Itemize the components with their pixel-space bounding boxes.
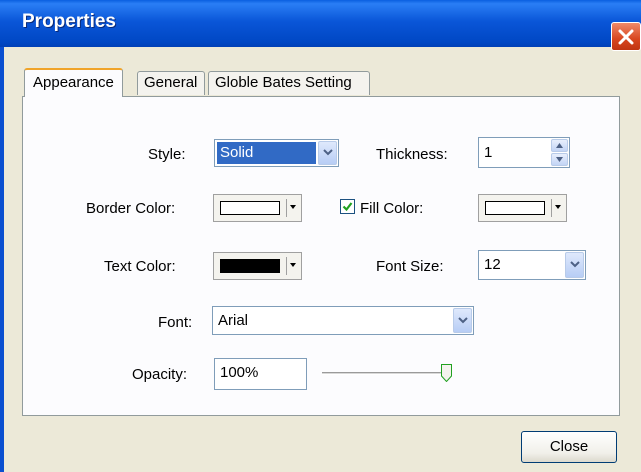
close-x-icon bbox=[618, 29, 634, 45]
thickness-decrement-button[interactable] bbox=[551, 153, 568, 166]
font-size-select[interactable]: 12 bbox=[478, 250, 586, 280]
chevron-down-icon bbox=[570, 261, 580, 268]
font-size-dropdown-button[interactable] bbox=[565, 252, 584, 278]
caret-down-icon bbox=[555, 205, 561, 209]
chevron-down-icon bbox=[323, 149, 333, 156]
opacity-input[interactable]: 100% bbox=[214, 358, 307, 390]
text-color-label: Text Color: bbox=[104, 258, 176, 275]
border-color-label: Border Color: bbox=[86, 200, 176, 217]
style-select[interactable]: Solid bbox=[214, 139, 339, 167]
tab-general[interactable]: General bbox=[137, 71, 205, 95]
font-dropdown-button[interactable] bbox=[453, 308, 472, 333]
style-selected-value: Solid bbox=[217, 142, 316, 164]
text-color-swatch bbox=[220, 259, 280, 273]
font-size-value: 12 bbox=[484, 256, 501, 273]
tab-general-label: General bbox=[144, 74, 198, 91]
opacity-label: Opacity: bbox=[132, 366, 188, 383]
thickness-value: 1 bbox=[484, 144, 493, 161]
thickness-spinner[interactable]: 1 bbox=[478, 137, 570, 168]
triangle-down-icon bbox=[556, 157, 563, 162]
checkmark-icon bbox=[342, 202, 353, 212]
window-close-button[interactable] bbox=[611, 22, 641, 51]
style-dropdown-button[interactable] bbox=[318, 141, 337, 165]
thickness-increment-button[interactable] bbox=[551, 139, 568, 152]
font-size-label: Font Size: bbox=[376, 258, 444, 275]
border-color-picker[interactable] bbox=[213, 194, 302, 222]
text-color-separator bbox=[286, 257, 287, 275]
close-button[interactable]: Close bbox=[521, 431, 617, 463]
tab-appearance[interactable]: Appearance bbox=[24, 68, 123, 97]
thickness-label: Thickness: bbox=[376, 146, 448, 163]
title-bar: Properties bbox=[0, 0, 641, 47]
tab-globle-bates-setting-label: Globle Bates Setting bbox=[215, 74, 352, 91]
border-color-swatch bbox=[220, 201, 280, 215]
font-label: Font: bbox=[158, 314, 193, 331]
chevron-down-icon bbox=[458, 316, 468, 323]
fill-color-separator bbox=[551, 199, 552, 217]
properties-dialog: Properties Appearance General Globle Bat… bbox=[0, 0, 641, 472]
tab-globle-bates-setting[interactable]: Globle Bates Setting bbox=[208, 71, 370, 95]
opacity-slider-track[interactable] bbox=[322, 372, 452, 375]
text-color-picker[interactable] bbox=[213, 252, 302, 280]
font-value: Arial bbox=[218, 312, 249, 329]
opacity-slider-thumb[interactable] bbox=[441, 364, 452, 382]
caret-down-icon bbox=[290, 263, 296, 267]
fill-color-picker[interactable] bbox=[478, 194, 567, 222]
triangle-up-icon bbox=[556, 143, 563, 148]
fill-color-checkbox[interactable] bbox=[340, 199, 355, 214]
border-color-separator bbox=[286, 199, 287, 217]
style-label: Style: bbox=[148, 146, 186, 163]
fill-color-label: Fill Color: bbox=[360, 200, 424, 217]
fill-color-swatch bbox=[485, 201, 545, 215]
tab-appearance-label: Appearance bbox=[33, 74, 114, 91]
font-select[interactable]: Arial bbox=[212, 306, 474, 335]
opacity-value: 100% bbox=[220, 364, 259, 381]
window-title: Properties bbox=[22, 11, 116, 32]
window-left-border bbox=[0, 47, 4, 472]
caret-down-icon bbox=[290, 205, 296, 209]
